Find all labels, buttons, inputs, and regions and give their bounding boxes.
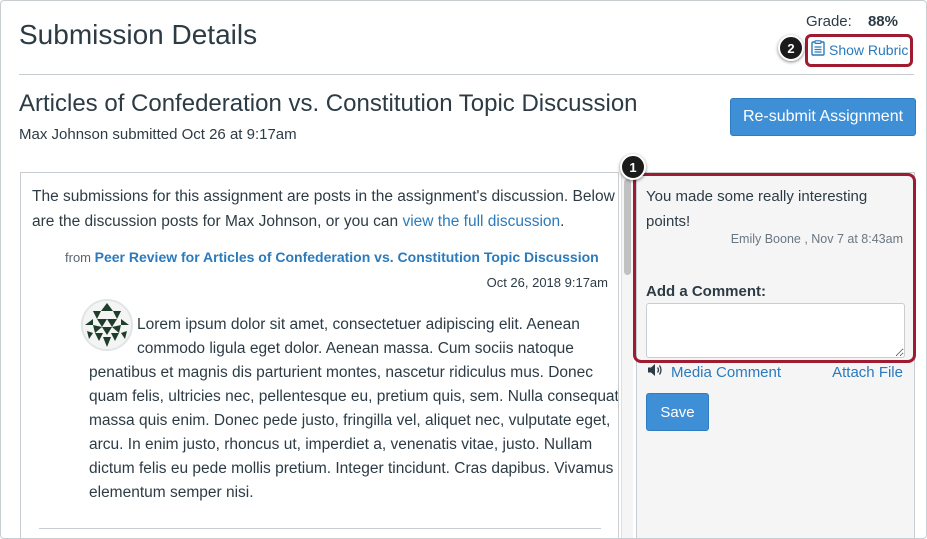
save-comment-button[interactable]: Save <box>646 393 709 431</box>
grade-label: Grade: <box>805 13 852 30</box>
from-label: from <box>65 250 91 265</box>
post-date: Oct 26, 2018 9:17am <box>486 275 608 290</box>
scrollbar-thumb[interactable] <box>624 179 631 275</box>
submitted-info: Max Johnson submitted Oct 26 at 9:17am <box>19 126 297 143</box>
discussion-topic-link[interactable]: Peer Review for Articles of Confederatio… <box>95 249 599 265</box>
from-line: from Peer Review for Articles of Confede… <box>65 249 599 265</box>
show-rubric-link[interactable]: Show Rubric <box>811 40 908 59</box>
header-divider <box>19 74 914 75</box>
view-full-discussion-link[interactable]: view the full discussion <box>402 213 560 230</box>
intro-paragraph: The submissions for this assignment are … <box>32 184 617 234</box>
intro-end: . <box>560 213 565 230</box>
callout-badge-2: 2 <box>778 35 804 61</box>
grade-value: 88% <box>867 13 898 30</box>
post-divider <box>39 528 601 529</box>
speaker-icon <box>647 363 663 381</box>
comment-text: You made some really interesting points! <box>646 188 868 230</box>
post-line-2: commodo ligula eget dolor. Aenean massa.… <box>137 340 574 357</box>
media-comment-label: Media Comment <box>671 363 782 381</box>
grade-display: Grade: 88% <box>806 13 898 30</box>
post-rest: penatibus et magnis dis parturient monte… <box>89 364 619 501</box>
media-comment-link[interactable]: Media Comment <box>647 363 781 381</box>
add-comment-textarea[interactable] <box>646 303 905 358</box>
post-line-1: Lorem ipsum dolor sit amet, consectetuer… <box>137 316 580 333</box>
attach-file-link[interactable]: Attach File <box>832 364 903 381</box>
rubric-icon <box>811 40 825 59</box>
submission-content-pane: The submissions for this assignment are … <box>20 172 619 538</box>
resubmit-assignment-button[interactable]: Re-submit Assignment <box>730 98 916 136</box>
post-body: Lorem ipsum dolor sit amet, consectetuer… <box>89 313 619 505</box>
callout-badge-1: 1 <box>620 154 646 180</box>
submission-details-page: Submission Details Grade: 88% Show Rubri… <box>0 0 927 539</box>
comment-meta: Emily Boone , Nov 7 at 8:43am <box>730 232 903 246</box>
show-rubric-label: Show Rubric <box>829 41 909 58</box>
add-comment-label: Add a Comment: <box>646 283 766 300</box>
assignment-title: Articles of Confederation vs. Constituti… <box>19 90 638 117</box>
page-title: Submission Details <box>19 19 258 50</box>
